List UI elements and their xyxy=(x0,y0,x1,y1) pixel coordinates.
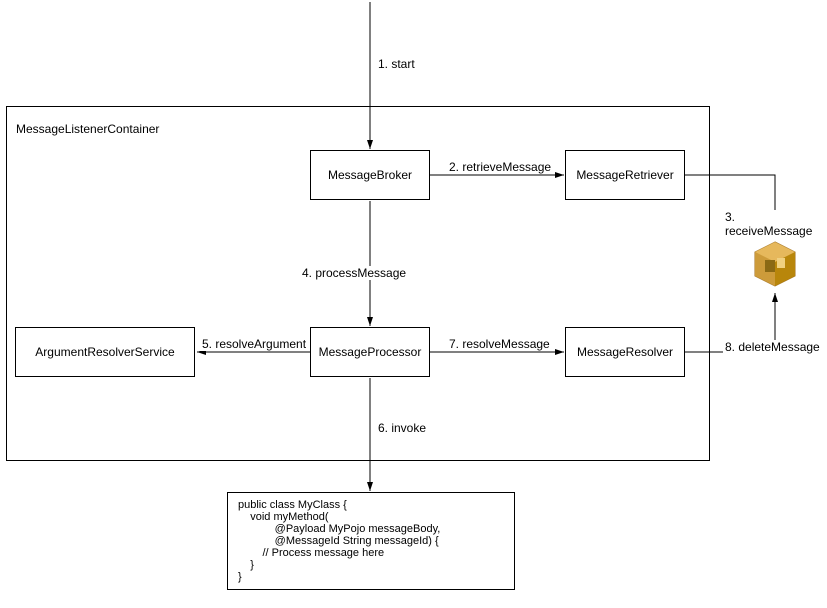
node-argument-resolver-service: ArgumentResolverService xyxy=(15,327,195,377)
edge-label-receive: 3. receiveMessage xyxy=(723,210,827,238)
node-message-processor: MessageProcessor xyxy=(310,327,430,377)
edge-label-retrieve: 2. retrieveMessage xyxy=(447,160,553,174)
code-snippet-box: public class MyClass { void myMethod( @P… xyxy=(227,492,515,590)
node-message-broker: MessageBroker xyxy=(310,150,430,200)
edge-label-invoke: 6. invoke xyxy=(376,421,428,435)
edge-label-process: 4. processMessage xyxy=(300,266,408,280)
edge-label-resolve-arg: 5. resolveArgument xyxy=(200,337,308,351)
node-message-resolver-label: MessageResolver xyxy=(577,345,673,359)
edge-label-delete: 8. deleteMessage xyxy=(723,340,822,354)
listener-container-label: MessageListenerContainer xyxy=(16,122,159,136)
node-message-retriever-label: MessageRetriever xyxy=(576,168,673,182)
edge-label-start: 1. start xyxy=(376,57,417,71)
aws-sqs-icon xyxy=(751,240,799,288)
node-argument-resolver-service-label: ArgumentResolverService xyxy=(35,345,174,359)
edge-label-resolve-msg: 7. resolveMessage xyxy=(447,337,552,351)
node-message-processor-label: MessageProcessor xyxy=(319,345,422,359)
node-message-broker-label: MessageBroker xyxy=(328,168,412,182)
node-message-resolver: MessageResolver xyxy=(565,327,685,377)
node-message-retriever: MessageRetriever xyxy=(565,150,685,200)
